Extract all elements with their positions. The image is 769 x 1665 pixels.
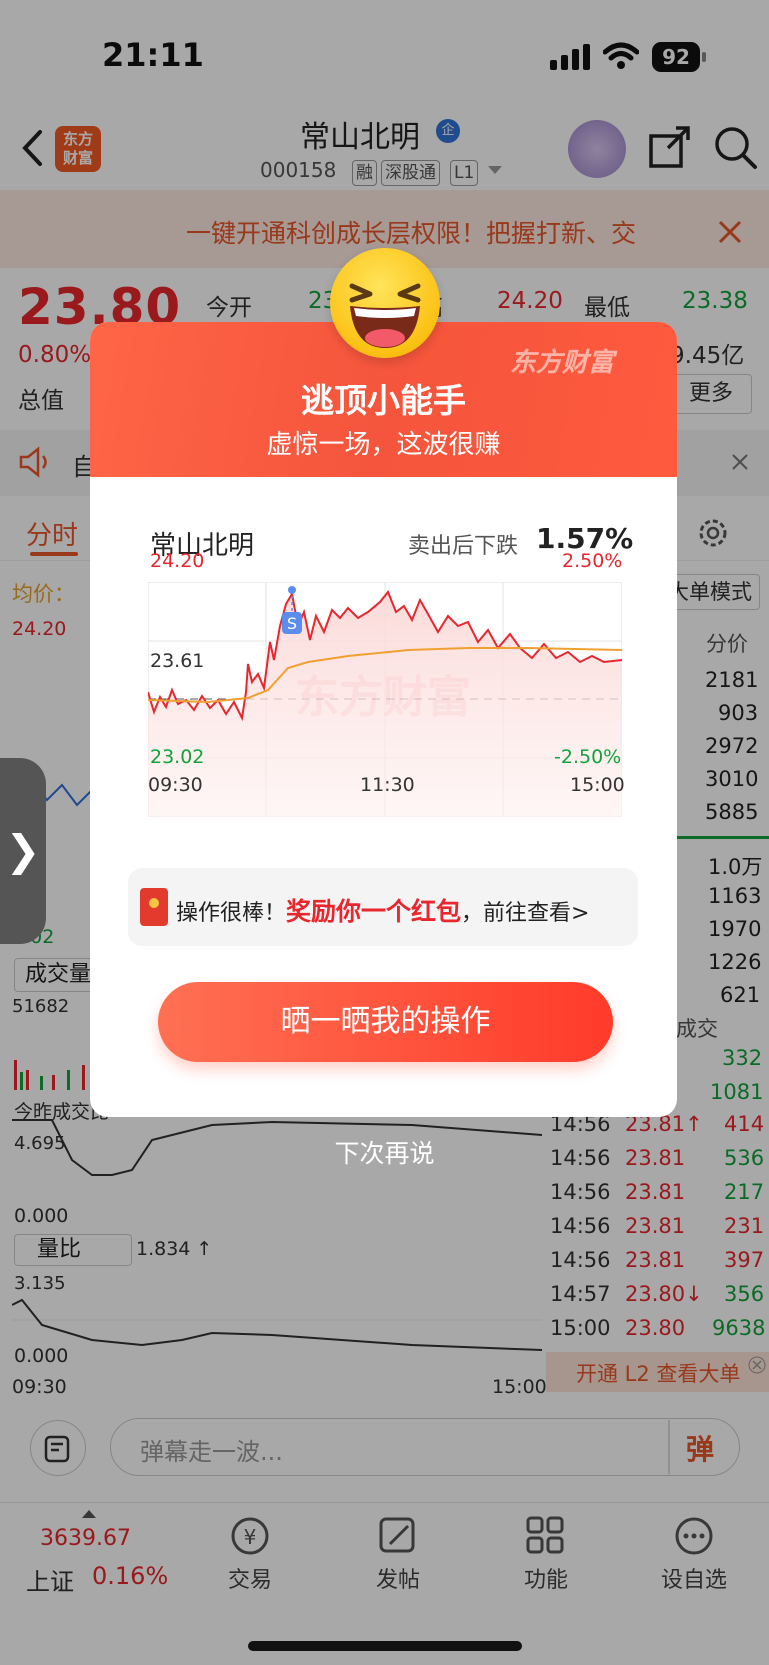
sell-result-popup: 东方财富 逃顶小能手 虚惊一场，这波很赚 常山北明 卖出后下跌 1.57% S … (90, 322, 677, 1117)
home-indicator (248, 1641, 522, 1651)
chart-pct-bottom: -2.50% (554, 746, 622, 768)
chart-x-mid: 11:30 (360, 774, 415, 796)
share-operation-button[interactable]: 晒一晒我的操作 (158, 982, 613, 1062)
reward-suffix: ，前往查看> (461, 901, 590, 926)
reward-banner[interactable]: 操作很棒！奖励你一个红包，前往查看> (128, 868, 638, 946)
sell-marker-label: S (287, 614, 297, 633)
chart-x-end: 15:00 (570, 774, 625, 796)
chart-y-top: 24.20 (150, 550, 205, 572)
reward-highlight: 奖励你一个红包 (286, 897, 462, 926)
popup-title: 逃顶小能手 (301, 381, 466, 420)
laughing-emoji-icon (330, 248, 440, 358)
chart-x-start: 09:30 (148, 774, 203, 796)
chart-y-mid: 23.61 (150, 650, 205, 672)
later-link[interactable]: 下次再说 (0, 1134, 769, 1170)
drop-label: 卖出后下跌 (408, 534, 519, 559)
reward-text[interactable]: 操作很棒！奖励你一个红包，前往查看> (176, 892, 589, 928)
chart-y-bottom: 23.02 (150, 746, 205, 768)
reward-prefix: 操作很棒！ (176, 901, 287, 926)
laughing-face (349, 283, 421, 348)
popup-subtitle: 虚惊一场，这波很赚 (266, 430, 501, 460)
red-envelope-seal (149, 898, 159, 908)
side-drawer-handle[interactable]: ❯ (0, 758, 46, 944)
chart-watermark: 东方财富 (295, 672, 471, 723)
chart-pct-top: 2.50% (562, 550, 623, 572)
